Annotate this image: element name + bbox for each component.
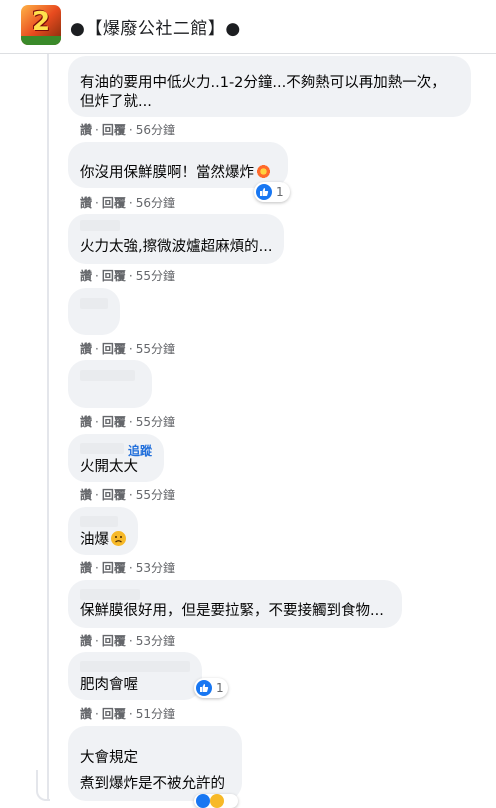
comment-time[interactable]: 55分鐘 [136,488,175,502]
like-icon [196,794,210,808]
laugh-emoji [210,794,224,808]
comment-actions: 讚 · 回覆 · 56分鐘 [80,123,175,137]
comment-bubble [68,288,120,335]
comment-actions: 讚 · 回覆 · 55分鐘 [80,488,175,502]
comment-time[interactable]: 51分鐘 [136,707,175,721]
comment-bubble: 火力太強,擦微波爐超麻煩的... [68,214,284,264]
comment-text: 大會規定 [80,750,138,766]
like-link[interactable]: 讚 [80,634,92,648]
group-logo-band [21,36,61,45]
comment-text: 保鮮膜很好用，但是要拉緊，不要接觸到食物... [80,603,384,619]
comment-time[interactable]: 56分鐘 [136,196,175,210]
comment-time[interactable]: 55分鐘 [136,415,175,429]
reaction-number: 1 [216,681,224,695]
group-title[interactable]: ●【爆廢公社二館】● [70,14,241,39]
comment-actions: 讚 · 回覆 · 53分鐘 [80,634,175,648]
reply-link[interactable]: 回覆 [102,123,126,137]
like-icon [256,184,272,200]
collision-emoji [256,164,271,179]
reply-connector [36,770,50,801]
reply-link[interactable]: 回覆 [102,707,126,721]
like-link[interactable]: 讚 [80,342,92,356]
like-link[interactable]: 讚 [80,561,92,575]
comment-time[interactable]: 55分鐘 [136,342,175,356]
comment-bubble [68,360,152,408]
commenter-name-hidden[interactable] [80,298,108,309]
reply-link[interactable]: 回覆 [102,342,126,356]
comment-text: 火開太大 [80,459,138,475]
reaction-icons[interactable] [194,794,238,808]
comment-text: 肥肉會喔 [80,677,138,693]
commenter-name-hidden[interactable] [80,220,120,231]
comment-bubble: 你沒用保鮮膜啊！當然爆炸 [68,142,288,188]
like-link[interactable]: 讚 [80,123,92,137]
comment-time[interactable]: 56分鐘 [136,123,175,137]
group-logo-text: 2 [32,7,51,37]
comment-actions: 讚 · 回覆 · 55分鐘 [80,342,175,356]
comment-actions: 讚 · 回覆 · 56分鐘 [80,196,175,210]
comment-text: 你沒用保鮮膜啊！當然爆炸 [80,164,271,183]
comment-bubble: 追蹤 火開太大 [68,434,164,482]
reply-link[interactable]: 回覆 [102,561,126,575]
reply-link[interactable]: 回覆 [102,488,126,502]
like-link[interactable]: 讚 [80,488,92,502]
comment-text: 油爆 [80,531,126,550]
commenter-name-hidden[interactable] [80,516,118,527]
comment-bubble: 油爆 [68,507,138,555]
like-link[interactable]: 讚 [80,707,92,721]
comment-actions: 讚 · 回覆 · 53分鐘 [80,561,175,575]
reply-link[interactable]: 回覆 [102,269,126,283]
reply-link[interactable]: 回覆 [102,415,126,429]
commenter-name-hidden[interactable] [80,589,140,600]
group-header: 2 ●【爆廢公社二館】● [0,0,496,54]
comment-text: 火力太強,擦微波爐超麻煩的... [80,239,273,255]
comment-bubble: 肥肉會喔 [68,652,202,700]
comment-bubble: 保鮮膜很好用，但是要拉緊，不要接觸到食物... [68,580,402,628]
reply-link[interactable]: 回覆 [102,634,126,648]
reaction-count[interactable]: 1 [254,182,290,202]
comment-bubble: 有油的要用中低火力..1-2分鐘...不夠熱可以再加熱一次， 但炸了就... [68,56,471,117]
commenter-name-hidden[interactable] [80,370,135,381]
commenter-name-hidden[interactable] [80,661,190,672]
comment-actions: 讚 · 回覆 · 51分鐘 [80,707,175,721]
comment-time[interactable]: 53分鐘 [136,561,175,575]
group-logo[interactable]: 2 [21,5,61,45]
like-link[interactable]: 讚 [80,196,92,210]
comment-text: 有油的要用中低火力..1-2分鐘...不夠熱可以再加熱一次， [80,75,446,91]
comment-time[interactable]: 55分鐘 [136,269,175,283]
like-icon [196,680,212,696]
reaction-number: 1 [276,185,284,199]
commenter-name-hidden[interactable] [80,443,124,454]
thread-line [47,54,49,801]
reply-link[interactable]: 回覆 [102,196,126,210]
sad-face-emoji [111,531,126,546]
like-link[interactable]: 讚 [80,415,92,429]
comment-actions: 讚 · 回覆 · 55分鐘 [80,415,175,429]
comment-text: 煮到爆炸是不被允許的 [80,776,225,792]
comment-actions: 讚 · 回覆 · 55分鐘 [80,269,175,283]
follow-link[interactable]: 追蹤 [128,442,152,459]
comment-time[interactable]: 53分鐘 [136,634,175,648]
comment-text: 但炸了就... [80,94,152,110]
reaction-count[interactable]: 1 [194,678,228,698]
like-link[interactable]: 讚 [80,269,92,283]
comment-bubble: 大會規定 煮到爆炸是不被允許的 [68,726,242,801]
